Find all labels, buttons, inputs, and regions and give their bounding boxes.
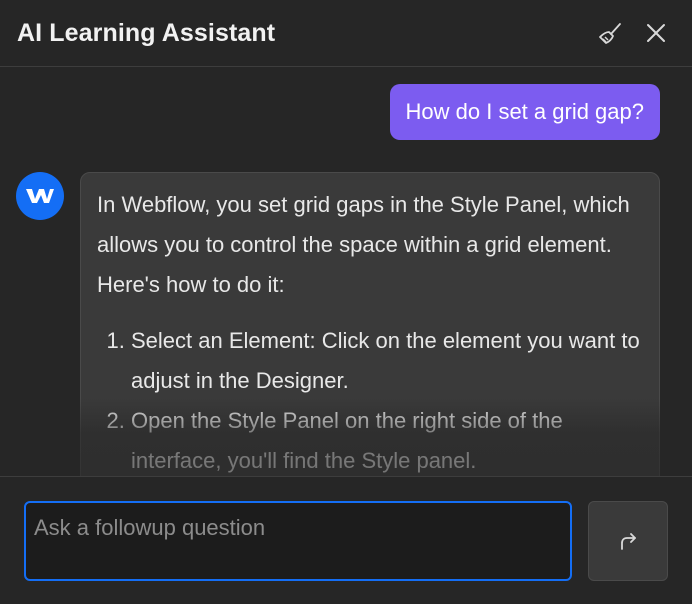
chat-thread[interactable]: How do I set a grid gap? In Webflow, you…	[0, 68, 692, 476]
followup-input[interactable]	[24, 501, 572, 581]
clear-chat-button[interactable]	[594, 17, 626, 49]
assistant-step-item: Select an Element: Click on the element …	[131, 321, 643, 401]
assistant-avatar	[16, 172, 64, 220]
assistant-steps-list: Select an Element: Click on the element …	[97, 321, 643, 476]
close-button[interactable]	[640, 17, 672, 49]
assistant-intro: In Webflow, you set grid gaps in the Sty…	[97, 192, 630, 297]
assistant-panel: AI Learning Assistant How do I set a gri…	[0, 0, 692, 604]
assistant-message: In Webflow, you set grid gaps in the Sty…	[80, 172, 660, 476]
panel-header: AI Learning Assistant	[0, 0, 692, 67]
broom-icon	[599, 23, 621, 44]
close-icon	[647, 24, 665, 42]
user-message: How do I set a grid gap?	[389, 84, 660, 140]
composer	[0, 476, 692, 604]
send-arrow-icon	[621, 533, 636, 550]
send-button[interactable]	[588, 501, 668, 581]
webflow-logo-icon	[26, 189, 54, 203]
panel-title: AI Learning Assistant	[17, 18, 276, 47]
header-actions	[594, 17, 672, 49]
assistant-step-item: Open the Style Panel on the right side o…	[131, 401, 643, 476]
